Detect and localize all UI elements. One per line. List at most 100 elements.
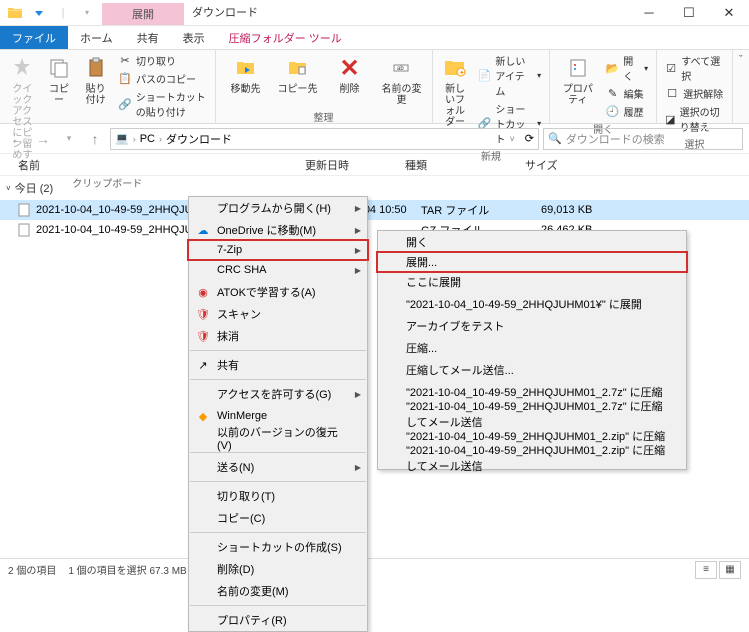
organize-group: 移動先 コピー先 ✕削除 ab名前の変更 整理 xyxy=(216,50,433,123)
ctx-share[interactable]: ↗共有 xyxy=(189,354,367,376)
details-view-button[interactable]: ≡ xyxy=(695,561,717,579)
file-row[interactable]: 2021-10-04_10-49-59_2HHQJUHM01.tar 2021/… xyxy=(0,200,749,220)
file-type: TAR ファイル xyxy=(421,202,541,218)
ctx-rename[interactable]: 名前の変更(M) xyxy=(189,580,367,602)
ctx-create-shortcut[interactable]: ショートカットの作成(S) xyxy=(189,536,367,558)
recent-button[interactable]: ▾ xyxy=(58,128,80,150)
share-tab[interactable]: 共有 xyxy=(125,26,171,49)
ctx-copy[interactable]: コピー(C) xyxy=(189,507,367,529)
ctx-delete[interactable]: 削除(D) xyxy=(189,558,367,580)
address-bar[interactable]: 💻 › PC › ダウンロード ˅ ⟳ xyxy=(110,128,539,150)
ribbon-collapse-button[interactable]: ˇ xyxy=(733,50,749,123)
paste-icon xyxy=(82,54,110,82)
ctx2-compress[interactable]: 圧縮... xyxy=(378,337,686,359)
context-submenu-7zip: 開く 展開... ここに展開 "2021-10-04_10-49-59_2HHQ… xyxy=(377,230,687,470)
moveto-button[interactable]: 移動先 xyxy=(222,52,270,97)
ctx-separator xyxy=(190,452,366,453)
paste-button[interactable]: 貼り付け xyxy=(79,52,112,108)
ctx-cut[interactable]: 切り取り(T) xyxy=(189,485,367,507)
qat-dropdown-icon[interactable]: ▾ xyxy=(76,2,98,24)
breadcrumb-pc[interactable]: PC xyxy=(140,133,155,145)
breadcrumb-downloads[interactable]: ダウンロード xyxy=(166,131,232,147)
group-header[interactable]: ˅ 今日 (2) xyxy=(0,176,749,200)
collapse-icon: ˅ xyxy=(6,184,11,193)
col-type[interactable]: 種類 xyxy=(405,157,525,173)
ctx-restore-version[interactable]: 以前のバージョンの復元(V) xyxy=(189,427,367,449)
ctx-shred[interactable]: 🛡抹消 xyxy=(189,325,367,347)
onedrive-icon: ☁ xyxy=(195,222,211,238)
invert-icon: ◪ xyxy=(665,112,675,126)
history-button[interactable]: 🕘履歴 xyxy=(604,103,651,120)
ctx-properties[interactable]: プロパティ(R) xyxy=(189,609,367,631)
ctx-crc-sha[interactable]: CRC SHA xyxy=(189,259,367,281)
ctx2-extract-here[interactable]: ここに展開 xyxy=(378,271,686,293)
home-tab[interactable]: ホーム xyxy=(68,26,125,49)
new-item-button[interactable]: 📄新しいアイテム▾ xyxy=(476,52,544,99)
ctx2-to-7z-mail[interactable]: "2021-10-04_10-49-59_2HHQJUHM01_2.7z" に圧… xyxy=(378,403,686,425)
search-input[interactable]: 🔍 ダウンロードの検索 xyxy=(543,128,743,150)
new-group: ✦新しいフォルダー 📄新しいアイテム▾ 🔗ショートカット▾ 新規 xyxy=(433,50,551,123)
select-all-button[interactable]: ☑すべて選択 xyxy=(663,52,726,84)
down-arrow-icon[interactable] xyxy=(28,2,50,24)
compressed-tools-tab[interactable]: 圧縮フォルダー ツール xyxy=(217,26,354,49)
properties-button[interactable]: プロパティ xyxy=(556,52,599,108)
chevron-right-icon: › xyxy=(159,134,162,144)
file-tab[interactable]: ファイル xyxy=(0,26,68,49)
pc-icon: 💻 xyxy=(115,132,129,145)
close-button[interactable]: ✕ xyxy=(709,0,749,25)
edit-icon: ✎ xyxy=(606,87,620,101)
ctx2-extract[interactable]: 展開... xyxy=(376,251,688,273)
moveto-icon xyxy=(232,54,260,82)
minimize-button[interactable]: ─ xyxy=(629,0,669,25)
folder-icon xyxy=(4,2,26,24)
address-dropdown-icon[interactable]: ˅ xyxy=(510,134,515,144)
delete-icon: ✕ xyxy=(336,54,364,82)
ctx-7zip[interactable]: 7-Zip xyxy=(187,239,369,261)
paste-shortcut-button[interactable]: 🔗ショートカットの貼り付け xyxy=(116,88,209,120)
forward-button[interactable]: → xyxy=(32,128,54,150)
search-icon: 🔍 xyxy=(548,132,562,145)
maximize-button[interactable]: ☐ xyxy=(669,0,709,25)
ctx2-open[interactable]: 開く xyxy=(378,231,686,253)
ctx2-extract-to[interactable]: "2021-10-04_10-49-59_2HHQJUHM01¥" に展開 xyxy=(378,293,686,315)
select-none-button[interactable]: ☐選択解除 xyxy=(663,85,726,102)
refresh-button[interactable]: ⟳ xyxy=(525,132,534,145)
open-group: プロパティ 📂開く▾ ✎編集 🕘履歴 開く xyxy=(550,50,657,123)
select-group: ☑すべて選択 ☐選択解除 ◪選択の切り替え 選択 xyxy=(657,50,733,123)
ctx-atok[interactable]: ◉ATOKで学習する(A) xyxy=(189,281,367,303)
rename-button[interactable]: ab名前の変更 xyxy=(378,52,426,108)
quick-access-toolbar: | ▾ xyxy=(0,0,102,25)
copy-button[interactable]: コピー xyxy=(43,52,76,108)
up-button[interactable]: ↑ xyxy=(84,128,106,150)
ctx2-to-zip-mail[interactable]: "2021-10-04_10-49-59_2HHQJUHM01_2.zip" に… xyxy=(378,447,686,469)
select-none-icon: ☐ xyxy=(665,87,679,101)
new-folder-button[interactable]: ✦新しいフォルダー xyxy=(439,52,472,130)
col-date[interactable]: 更新日時 xyxy=(305,157,405,173)
view-tab[interactable]: 表示 xyxy=(171,26,217,49)
col-size[interactable]: サイズ xyxy=(525,157,645,173)
ctx-open-with[interactable]: プログラムから開く(H) xyxy=(189,197,367,219)
ctx-send-to[interactable]: 送る(N) xyxy=(189,456,367,478)
atok-icon: ◉ xyxy=(195,284,211,300)
copyto-button[interactable]: コピー先 xyxy=(274,52,322,97)
edit-button[interactable]: ✎編集 xyxy=(604,85,651,102)
open-button[interactable]: 📂開く▾ xyxy=(604,52,651,84)
ctx-separator xyxy=(190,481,366,482)
ctx-grant-access[interactable]: アクセスを許可する(G) xyxy=(189,383,367,405)
copyto-icon xyxy=(284,54,312,82)
ribbon: クイック アクセスにピン留めする コピー 貼り付け ✂切り取り 📋パスのコピー … xyxy=(0,50,749,124)
ctx-separator xyxy=(190,350,366,351)
back-button[interactable]: ← xyxy=(6,128,28,150)
ctx-scan[interactable]: 🛡スキャン xyxy=(189,303,367,325)
thumbnails-view-button[interactable]: ▦ xyxy=(719,561,741,579)
cut-button[interactable]: ✂切り取り xyxy=(116,52,209,69)
ctx2-compress-mail[interactable]: 圧縮してメール送信... xyxy=(378,359,686,381)
status-bar: 2 個の項目 1 個の項目を選択 67.3 MB ≡ ▦ xyxy=(0,558,749,580)
ctx2-test[interactable]: アーカイブをテスト xyxy=(378,315,686,337)
ctx-onedrive[interactable]: ☁OneDrive に移動(M) xyxy=(189,219,367,241)
delete-button[interactable]: ✕削除 xyxy=(326,52,374,97)
copy-path-button[interactable]: 📋パスのコピー xyxy=(116,70,209,87)
col-name[interactable]: 名前 xyxy=(0,157,305,173)
share-icon: ↗ xyxy=(195,357,211,373)
chevron-right-icon: › xyxy=(133,134,136,144)
